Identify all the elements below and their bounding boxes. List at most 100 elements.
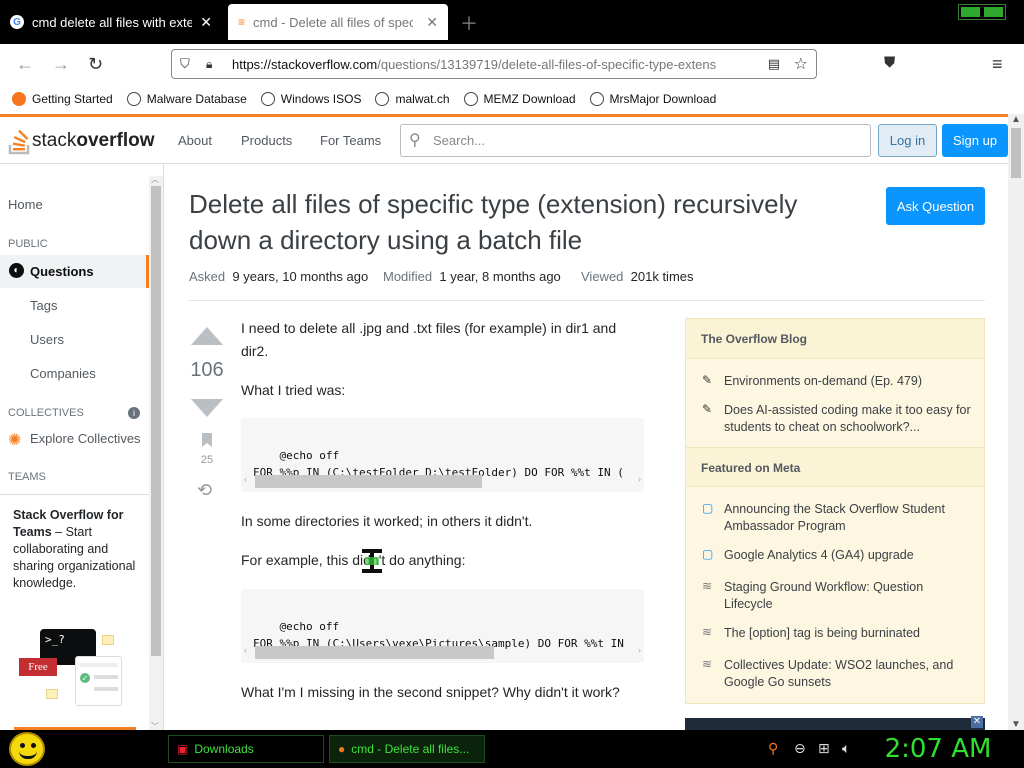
bookmark-getting-started[interactable]: Getting Started <box>12 92 113 106</box>
tab-stackoverflow[interactable]: ≡ cmd - Delete all files of specific ✕ <box>228 4 448 40</box>
meta-item[interactable]: The [option] tag is being burninated <box>724 625 974 642</box>
volume-icon[interactable]: 🔈︎ <box>842 740 850 757</box>
ask-question-button[interactable]: Ask Question <box>886 187 985 225</box>
network-icon[interactable]: ⊞ <box>818 740 830 757</box>
bookmark-malware-database[interactable]: Malware Database <box>126 92 247 106</box>
bookmark-windows-isos[interactable]: Windows ISOS <box>260 92 361 106</box>
question-paragraph: For example, this didn't do anything: <box>241 552 466 568</box>
reader-icon[interactable]: ▤ <box>768 56 780 72</box>
new-tab-icon[interactable]: ＋ <box>460 10 478 36</box>
page-scroll-thumb[interactable] <box>1011 128 1021 178</box>
url-bar[interactable]: ⛉ 🔒︎ https://stackoverflow.com/questions… <box>171 49 817 79</box>
nav-products[interactable]: Products <box>241 133 292 148</box>
scroll-left-icon[interactable]: ‹ <box>244 642 247 659</box>
scroll-down-icon[interactable]: ﹀ <box>151 721 159 730</box>
nav-for-teams[interactable]: For Teams <box>320 133 381 148</box>
circle-icon[interactable]: ⊖ <box>794 740 806 757</box>
modified-meta: Modified 1 year, 8 months ago <box>383 269 561 284</box>
question-paragraph: In some directories it worked; in others… <box>241 513 533 529</box>
forward-icon[interactable]: → <box>52 54 70 75</box>
start-button-smiley-icon[interactable] <box>9 732 45 766</box>
question-paragraph: I need to delete all .jpg and .txt files… <box>241 320 617 359</box>
bookmark-label: malwat.ch <box>395 92 450 106</box>
meta-item[interactable]: Announcing the Stack Overflow Student Am… <box>724 501 974 535</box>
scroll-left-icon[interactable]: ‹ <box>244 471 247 488</box>
search-icon[interactable]: ⚲ <box>768 740 778 757</box>
bookmark-mrsmajor[interactable]: MrsMajor Download <box>589 92 717 106</box>
search-input[interactable]: ⚲ Search... <box>400 124 871 157</box>
teams-promo-text: Stack Overflow for Teams – Start collabo… <box>13 507 138 592</box>
question-paragraph: What I'm I missing in the second snippet… <box>241 684 620 700</box>
taskbar-item-firefox[interactable]: ● cmd - Delete all files... <box>329 735 485 763</box>
meta-value[interactable]: 9 years, 10 months ago <box>232 269 368 284</box>
sidebar-scrollbar[interactable]: ︿ ﹀ <box>149 174 163 730</box>
meta-value: 201k times <box>630 269 694 284</box>
viewed-meta: Viewed 201k times <box>581 269 694 284</box>
nav-about[interactable]: About <box>178 133 212 148</box>
firefox-icon: ● <box>338 742 346 756</box>
scroll-up-icon[interactable]: ▲ <box>1011 114 1021 125</box>
sidebar-item-explore-collectives[interactable]: Explore Collectives <box>30 431 141 446</box>
tab-google[interactable]: G cmd delete all files with extensi ✕ <box>0 4 222 40</box>
url-text[interactable]: https://stackoverflow.com/questions/1313… <box>232 57 752 72</box>
star-icon[interactable]: ☆ <box>794 54 808 74</box>
scroll-up-icon[interactable]: ︿ <box>151 174 159 185</box>
downloads-icon: ▣ <box>177 742 189 756</box>
meta-value[interactable]: 1 year, 8 months ago <box>439 269 560 284</box>
chat-icon: ▢ <box>702 501 714 515</box>
stackoverflow-logo-icon <box>8 129 30 155</box>
question-paragraph: What I tried was: <box>241 382 346 398</box>
bookmark-memz[interactable]: MEMZ Download <box>463 92 576 106</box>
login-button[interactable]: Log in <box>878 124 937 157</box>
window-controls[interactable] <box>958 4 1006 20</box>
page-scrollbar[interactable]: ▲ ▼ <box>1008 114 1024 730</box>
advertisement-banner[interactable]: ✕ <box>685 716 985 730</box>
signup-button[interactable]: Sign up <box>942 124 1008 157</box>
blog-item[interactable]: Environments on-demand (Ep. 479) <box>724 373 974 390</box>
reload-icon[interactable]: ↻ <box>88 54 103 75</box>
bookmark-icon[interactable] <box>201 432 213 448</box>
code-scrollbar-thumb[interactable] <box>255 475 482 488</box>
close-icon[interactable]: ✕ <box>426 14 438 31</box>
shield-icon[interactable]: ⛉ <box>180 56 190 72</box>
scroll-right-icon[interactable]: › <box>638 642 641 659</box>
downvote-icon[interactable] <box>191 399 223 417</box>
menu-icon[interactable]: ≡ <box>992 54 1003 75</box>
close-icon[interactable]: ✕ <box>200 14 212 31</box>
code-block[interactable]: @echo off FOR %%p IN (C:\Users\vexe\Pict… <box>241 589 644 663</box>
code-block[interactable]: @echo off FOR %%p IN (C:\testFolder D:\t… <box>241 418 644 492</box>
sidebar-item-questions[interactable]: ◐ Questions <box>0 255 149 288</box>
sidebar-item-users[interactable]: Users <box>30 332 64 347</box>
blog-item[interactable]: Does AI-assisted coding make it too easy… <box>724 402 974 436</box>
sidebar-scroll-thumb[interactable] <box>151 186 161 656</box>
history-icon[interactable]: ⟲ <box>197 480 212 501</box>
stackoverflow-logo[interactable]: stack overflow <box>8 127 154 155</box>
lock-icon[interactable]: 🔒︎ <box>206 57 212 72</box>
pocket-icon[interactable]: ⛊ <box>884 54 895 71</box>
back-icon[interactable]: ← <box>16 54 34 75</box>
page-title[interactable]: Delete all files of specific type (exten… <box>189 186 849 258</box>
scroll-right-icon[interactable]: › <box>638 471 641 488</box>
bookmark-malwatch[interactable]: malwat.ch <box>375 92 450 106</box>
section-collectives: COLLECTIVES <box>8 407 84 419</box>
tab-bar: G cmd delete all files with extensi ✕ ≡ … <box>0 0 1024 44</box>
clock[interactable]: 2:07 AM <box>878 732 998 766</box>
info-icon[interactable]: i <box>128 407 140 419</box>
scroll-down-icon[interactable]: ▼ <box>1011 719 1021 730</box>
bookmark-label: MrsMajor Download <box>609 92 717 106</box>
logo-text-bold: overflow <box>76 130 155 151</box>
sidebar-item-companies[interactable]: Companies <box>30 366 96 381</box>
meta-item[interactable]: Collectives Update: WSO2 launches, and G… <box>724 657 974 691</box>
meta-item[interactable]: Google Analytics 4 (GA4) upgrade <box>724 547 974 564</box>
pencil-icon: ✎ <box>702 373 713 387</box>
sidebar-item-home[interactable]: Home <box>8 197 43 212</box>
text-cursor-icon <box>361 548 383 574</box>
meta-item[interactable]: Staging Ground Workflow: Question Lifecy… <box>724 579 974 613</box>
close-icon[interactable]: ✕ <box>971 716 983 728</box>
code-scrollbar-thumb[interactable] <box>255 646 494 659</box>
teams-promo: Stack Overflow for Teams – Start collabo… <box>0 494 149 730</box>
bookmarks-bar: Getting Started Malware Database Windows… <box>0 84 1024 114</box>
sidebar-item-tags[interactable]: Tags <box>30 298 57 313</box>
taskbar-item-downloads[interactable]: ▣ Downloads <box>168 735 324 763</box>
upvote-icon[interactable] <box>191 327 223 345</box>
